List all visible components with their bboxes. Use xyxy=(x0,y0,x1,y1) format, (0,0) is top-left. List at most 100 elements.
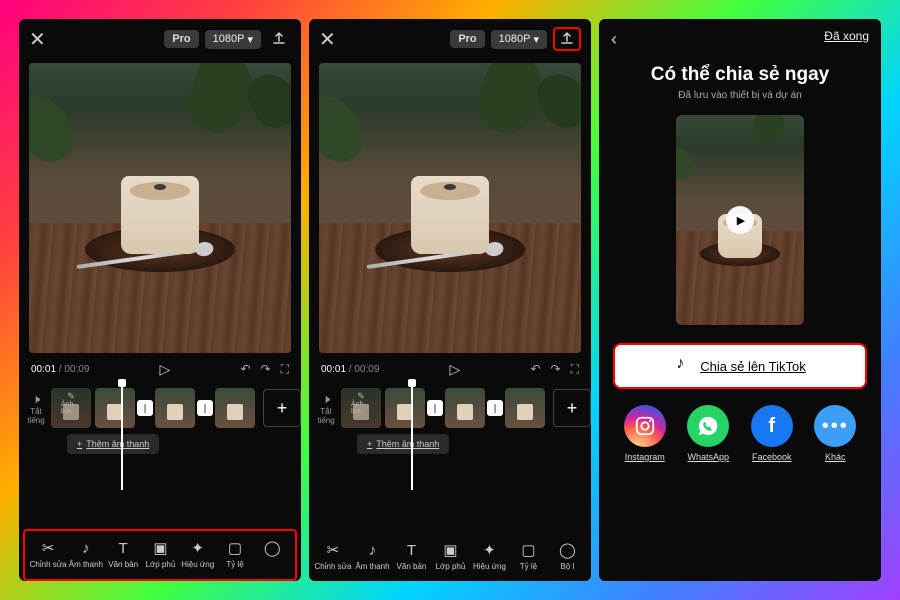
overlay-icon: ▣ xyxy=(443,541,457,559)
close-icon[interactable]: ✕ xyxy=(319,27,336,52)
tool-edit[interactable]: ✂Chỉnh sửa xyxy=(315,541,352,571)
share-other[interactable]: ••• Khác xyxy=(814,405,856,462)
tool-label: Văn bản xyxy=(397,562,427,571)
more-icon: ••• xyxy=(814,405,856,447)
video-preview[interactable] xyxy=(319,63,581,353)
clip-thumb[interactable] xyxy=(385,388,425,428)
redo-icon[interactable]: ↷ xyxy=(261,362,271,377)
mute-button[interactable]: 🕨Tắt tiếng xyxy=(315,391,337,425)
music-icon: ♪ xyxy=(82,539,90,557)
tool-ratio[interactable]: ▢Tỷ lệ xyxy=(217,539,253,569)
tool-overlay[interactable]: ▣Lớp phủ xyxy=(432,541,468,571)
share-top-bar: ‹ Đã xong xyxy=(599,19,881,60)
share-preview[interactable]: ▶ xyxy=(676,115,804,325)
tool-effects[interactable]: ✦Hiệu ứng xyxy=(180,539,216,569)
close-icon[interactable]: ✕ xyxy=(29,27,46,52)
tool-text[interactable]: T Văn bản xyxy=(105,539,141,569)
tool-label: Âm thanh xyxy=(355,562,389,571)
share-screen: ‹ Đã xong Có thể chia sẻ ngay Đã lưu vào… xyxy=(599,19,881,581)
resolution-label: 1080P xyxy=(499,33,531,45)
add-audio-button[interactable]: + Thêm âm thanh xyxy=(357,434,449,454)
share-whatsapp[interactable]: WhatsApp xyxy=(687,405,729,462)
time-current: 00:01 xyxy=(31,364,56,375)
tool-label: Hiệu ứng xyxy=(473,562,506,571)
time-total: 00:09 xyxy=(354,364,379,375)
add-audio-button[interactable]: + Thêm âm thanh xyxy=(67,434,159,454)
tool-label: Âm thanh xyxy=(69,560,103,569)
playhead[interactable] xyxy=(411,382,413,490)
tool-audio[interactable]: ♪ Âm thanh xyxy=(68,539,104,569)
undo-icon[interactable]: ↶ xyxy=(530,362,540,377)
video-preview[interactable] xyxy=(29,63,291,353)
time-bar: 00:01 / 00:09 ▷ ↶ ↷ ⛶ xyxy=(19,357,301,382)
transition-icon[interactable]: ❘ xyxy=(427,400,443,416)
export-icon[interactable] xyxy=(267,29,291,49)
timeline[interactable]: 🕨Tắt tiếng ✎Ảnh bìa ❘ ❘ + + Thêm âm than… xyxy=(19,382,301,460)
play-icon[interactable]: ▷ xyxy=(450,361,461,378)
transition-icon[interactable]: ❘ xyxy=(137,400,153,416)
instagram-icon xyxy=(624,405,666,447)
top-bar: ✕ Pro 1080P▾ xyxy=(309,19,591,59)
top-bar: ✕ Pro 1080P▾ xyxy=(19,19,301,59)
share-title: Có thể chia sẻ ngay xyxy=(599,64,881,86)
sparkle-icon: ✦ xyxy=(483,541,496,559)
clip-thumb[interactable] xyxy=(215,388,255,428)
speaker-off-icon: 🕨 xyxy=(25,391,47,407)
chevron-down-icon: ▾ xyxy=(247,33,253,46)
app-label: Khác xyxy=(825,452,846,462)
clip-thumb[interactable] xyxy=(445,388,485,428)
redo-icon[interactable]: ↷ xyxy=(551,362,561,377)
tool-audio[interactable]: ♪Âm thanh xyxy=(354,541,390,571)
clip-thumb[interactable] xyxy=(155,388,195,428)
fullscreen-icon[interactable]: ⛶ xyxy=(281,362,289,377)
play-icon[interactable]: ▷ xyxy=(160,361,171,378)
playhead[interactable] xyxy=(121,382,123,490)
resolution-button[interactable]: 1080P▾ xyxy=(205,30,261,49)
tool-label: Chỉnh sửa xyxy=(30,560,67,569)
tool-overlay[interactable]: ▣Lớp phủ xyxy=(142,539,178,569)
clip-thumb[interactable] xyxy=(95,388,135,428)
tool-ratio[interactable]: ▢Tỷ lệ xyxy=(510,541,546,571)
filter-icon: ◯ xyxy=(264,539,281,557)
transition-icon[interactable]: ❘ xyxy=(197,400,213,416)
tool-label: Bộ l xyxy=(561,562,575,571)
time-bar: 00:01 / 00:09 ▷ ↶ ↷ ⛶ xyxy=(309,357,591,382)
done-button[interactable]: Đã xong xyxy=(824,29,869,50)
share-instagram[interactable]: Instagram xyxy=(624,405,666,462)
fullscreen-icon[interactable]: ⛶ xyxy=(571,362,579,377)
tool-edit[interactable]: ✂ Chỉnh sửa xyxy=(30,539,67,569)
clip-thumb[interactable] xyxy=(505,388,545,428)
share-tiktok-button[interactable]: Chia sẻ lên TikTok xyxy=(613,343,867,389)
back-icon[interactable]: ‹ xyxy=(611,29,617,50)
chevron-down-icon: ▾ xyxy=(533,33,539,46)
scissors-icon: ✂ xyxy=(42,539,55,557)
time-total: 00:09 xyxy=(64,364,89,375)
resolution-label: 1080P xyxy=(213,33,245,45)
resolution-button[interactable]: 1080P▾ xyxy=(491,30,547,49)
mute-label: Tắt tiếng xyxy=(27,407,44,425)
mute-button[interactable]: 🕨Tắt tiếng xyxy=(25,391,47,425)
add-clip-button[interactable]: + xyxy=(553,389,591,427)
share-facebook[interactable]: f Facebook xyxy=(751,405,793,462)
tool-text[interactable]: TVăn bản xyxy=(393,541,429,571)
export-icon[interactable] xyxy=(553,27,581,51)
add-clip-button[interactable]: + xyxy=(263,389,301,427)
bottom-toolbar: ✂Chỉnh sửa ♪Âm thanh TVăn bản ▣Lớp phủ ✦… xyxy=(309,533,591,581)
tool-effects[interactable]: ✦ Hiệu ứng xyxy=(471,541,507,571)
transition-icon[interactable]: ❘ xyxy=(487,400,503,416)
tool-more[interactable]: ◯Bộ l xyxy=(549,541,585,571)
text-icon: T xyxy=(119,539,128,557)
tool-more[interactable]: ◯ xyxy=(254,539,290,569)
play-overlay-icon[interactable]: ▶ xyxy=(726,206,754,234)
cover-label: Ảnh bìa xyxy=(61,401,81,415)
cover-thumb[interactable]: ✎Ảnh bìa xyxy=(341,388,381,428)
tool-label: Văn bản xyxy=(108,560,138,569)
pro-badge[interactable]: Pro xyxy=(450,30,484,48)
tool-label: Tỷ lệ xyxy=(226,560,243,569)
undo-icon[interactable]: ↶ xyxy=(240,362,250,377)
timeline[interactable]: 🕨Tắt tiếng ✎Ảnh bìa ❘ ❘ + + Thêm âm than… xyxy=(309,382,591,460)
add-audio-label: Thêm âm thanh xyxy=(376,439,439,449)
tool-label: Tỷ lệ xyxy=(520,562,537,571)
pro-badge[interactable]: Pro xyxy=(164,30,198,48)
cover-thumb[interactable]: ✎Ảnh bìa xyxy=(51,388,91,428)
